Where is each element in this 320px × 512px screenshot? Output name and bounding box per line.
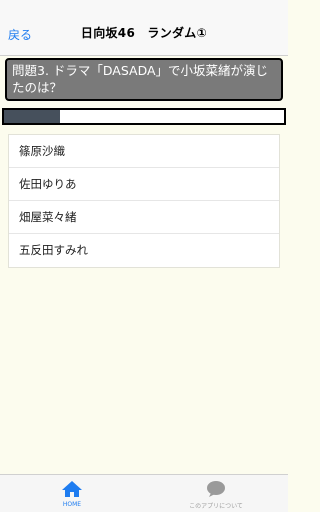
answer-option-3[interactable]: 畑屋菜々緒 — [9, 201, 279, 234]
page-title: 日向坂46 ランダム① — [80, 26, 208, 40]
speech-bubble-icon — [205, 480, 227, 502]
home-icon — [61, 480, 83, 502]
tab-about-label: このアプリについて — [189, 503, 243, 510]
nav-bar: 戻る 日向坂46 ランダム① — [0, 0, 288, 56]
progress-bar — [2, 108, 286, 125]
tab-about-app[interactable]: このアプリについて — [144, 475, 288, 512]
answer-option-2[interactable]: 佐田ゆりあ — [9, 168, 279, 201]
answer-option-4[interactable]: 五反田すみれ — [9, 234, 279, 267]
answer-list: 篠原沙織 佐田ゆりあ 畑屋菜々緒 五反田すみれ — [8, 134, 280, 268]
answer-option-1[interactable]: 篠原沙織 — [9, 135, 279, 168]
question-text: 問題3. ドラマ「DASADA」で小坂菜緒が演じたのは？ — [12, 63, 269, 95]
tab-bar: HOME このアプリについて — [0, 474, 288, 512]
progress-fill — [4, 110, 60, 123]
tab-home[interactable]: HOME — [0, 475, 144, 512]
question-box: 問題3. ドラマ「DASADA」で小坂菜緒が演じたのは？ — [5, 58, 283, 101]
tab-home-label: HOME — [62, 501, 82, 508]
